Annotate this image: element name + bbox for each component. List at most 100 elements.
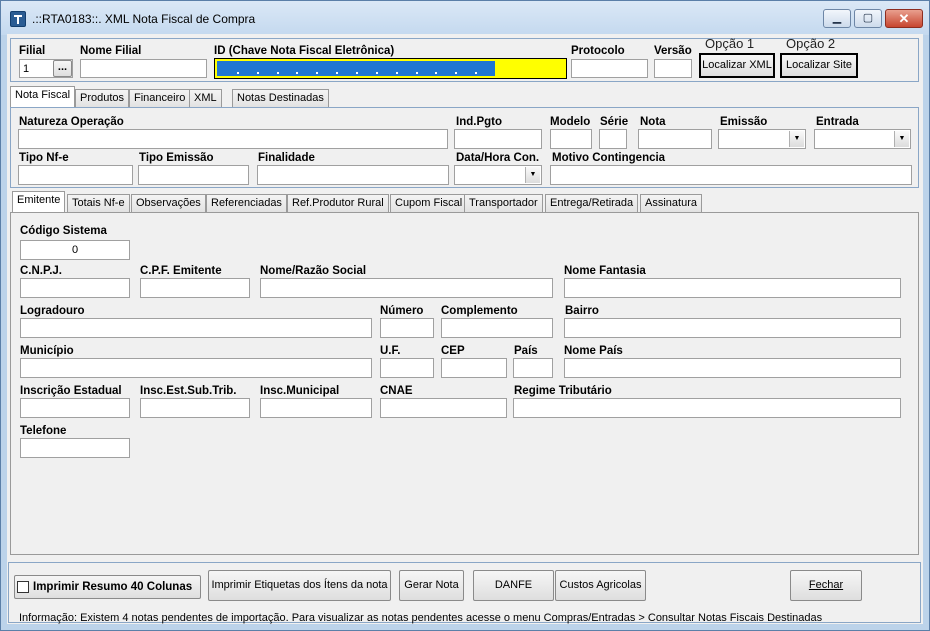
motivo-contingencia-field[interactable]	[550, 165, 912, 185]
data-hora-con-field[interactable]: ▼	[454, 165, 542, 185]
telefone-field[interactable]	[20, 438, 130, 458]
progress-dot	[336, 72, 338, 74]
filial-lookup-button[interactable]: ...	[53, 60, 72, 77]
cep-label: CEP	[441, 345, 465, 357]
progress-dot	[475, 72, 477, 74]
entrada-field[interactable]: ▼	[814, 129, 911, 149]
id-chave-label: ID (Chave Nota Fiscal Eletrônica)	[214, 45, 395, 57]
nome-filial-label: Nome Filial	[80, 45, 142, 57]
serie-field[interactable]	[599, 129, 627, 149]
tipo-nfe-label: Tipo Nf-e	[19, 152, 69, 164]
nome-filial-field[interactable]	[80, 59, 207, 78]
subtab-assinatura[interactable]: Assinatura	[640, 194, 702, 212]
cnae-field[interactable]	[380, 398, 507, 418]
natureza-operacao-field[interactable]	[18, 129, 448, 149]
localizar-xml-button[interactable]: Localizar XML	[699, 53, 775, 78]
imprimir-resumo-toggle[interactable]: Imprimir Resumo 40 Colunas	[14, 575, 201, 599]
insc-est-sub-trib-label: Insc.Est.Sub.Trib.	[140, 385, 237, 397]
municipio-field[interactable]	[20, 358, 372, 378]
nome-razao-social-field[interactable]	[260, 278, 553, 298]
codigo-sistema-field[interactable]: 0	[20, 240, 130, 260]
versao-field[interactable]	[654, 59, 692, 78]
codigo-sistema-value: 0	[71, 244, 79, 256]
app-logo-icon	[10, 11, 26, 27]
danfe-button[interactable]: DANFE	[473, 570, 554, 601]
subtab-emitente[interactable]: Emitente	[12, 191, 66, 212]
fechar-button[interactable]: Fechar	[790, 570, 862, 601]
motivo-contingencia-label: Motivo Contingencia	[552, 152, 666, 164]
tab-notas-destinadas[interactable]: Notas Destinadas	[232, 89, 329, 107]
nome-fantasia-field[interactable]	[564, 278, 901, 298]
finalidade-field[interactable]	[257, 165, 449, 185]
close-window-button[interactable]: ✕	[885, 9, 923, 28]
ind-pgto-field[interactable]	[454, 129, 542, 149]
protocolo-label: Protocolo	[571, 45, 625, 57]
subtab-ref-produtor-rural[interactable]: Ref.Produtor Rural	[287, 194, 389, 212]
insc-municipal-field[interactable]	[260, 398, 372, 418]
regime-tributario-field[interactable]	[513, 398, 901, 418]
tipo-nfe-field[interactable]	[18, 165, 133, 185]
imprimir-etiquetas-button[interactable]: Imprimir Etiquetas dos Ítens da nota	[208, 570, 391, 601]
nome-pais-field[interactable]	[564, 358, 901, 378]
localizar-site-button[interactable]: Localizar Site	[780, 53, 858, 78]
cep-field[interactable]	[441, 358, 507, 378]
logradouro-label: Logradouro	[20, 305, 85, 317]
numero-label: Número	[380, 305, 424, 317]
finalidade-label: Finalidade	[258, 152, 315, 164]
cpf-emitente-field[interactable]	[140, 278, 250, 298]
versao-label: Versão	[654, 45, 692, 57]
subtab-referenciadas[interactable]: Referenciadas	[206, 194, 287, 212]
nota-field[interactable]	[638, 129, 712, 149]
modelo-label: Modelo	[550, 116, 591, 128]
progress-dot	[376, 72, 378, 74]
regime-tributario-label: Regime Tributário	[514, 385, 612, 397]
title-bar[interactable]: .::RTA0183::. XML Nota Fiscal de Compra …	[1, 1, 929, 35]
subtab-cupom-fiscal[interactable]: Cupom Fiscal	[390, 194, 468, 212]
subtab-transportador[interactable]: Transportador	[464, 194, 543, 212]
subtab-totais-nfe[interactable]: Totais Nf-e	[67, 194, 130, 212]
telefone-label: Telefone	[20, 425, 67, 437]
nome-razao-social-label: Nome/Razão Social	[260, 265, 367, 277]
logradouro-field[interactable]	[20, 318, 372, 338]
numero-field[interactable]	[380, 318, 434, 338]
cnpj-field[interactable]	[20, 278, 130, 298]
minimize-button[interactable]: ▁	[823, 9, 851, 28]
close-icon: ✕	[898, 11, 910, 26]
minimize-icon: ▁	[832, 12, 842, 24]
inscricao-estadual-label: Inscrição Estadual	[20, 385, 122, 397]
subtab-entrega-retirada[interactable]: Entrega/Retirada	[545, 194, 639, 212]
imprimir-resumo-checkbox[interactable]	[17, 581, 29, 593]
modelo-field[interactable]	[550, 129, 592, 149]
subtab-observacoes[interactable]: Observações	[131, 194, 206, 212]
progress-dot	[455, 72, 457, 74]
uf-field[interactable]	[380, 358, 434, 378]
progress-dot	[435, 72, 437, 74]
pais-field[interactable]	[513, 358, 553, 378]
tab-xml[interactable]: XML	[189, 89, 222, 107]
inscricao-estadual-field[interactable]	[20, 398, 130, 418]
complemento-field[interactable]	[441, 318, 553, 338]
emissao-field[interactable]: ▼	[718, 129, 806, 149]
tab-financeiro[interactable]: Financeiro	[129, 89, 191, 107]
entrada-dropdown-icon[interactable]: ▼	[894, 131, 909, 147]
emissao-dropdown-icon[interactable]: ▼	[789, 131, 804, 147]
protocolo-field[interactable]	[571, 59, 648, 78]
progress-dot	[356, 72, 358, 74]
custos-agricolas-button[interactable]: Custos Agricolas	[555, 570, 646, 601]
data-hora-dropdown-icon[interactable]: ▼	[525, 167, 540, 183]
insc-municipal-label: Insc.Municipal	[260, 385, 340, 397]
bairro-field[interactable]	[564, 318, 901, 338]
id-chave-field[interactable]	[214, 58, 567, 79]
tipo-emissao-field[interactable]	[138, 165, 249, 185]
maximize-button[interactable]: ▢	[854, 9, 882, 28]
cpf-emitente-label: C.P.F. Emitente	[140, 265, 222, 277]
progress-dot	[257, 72, 259, 74]
tab-nota-fiscal[interactable]: Nota Fiscal	[10, 86, 76, 107]
insc-est-sub-trib-field[interactable]	[140, 398, 250, 418]
serie-label: Série	[600, 116, 629, 128]
nome-pais-label: Nome País	[564, 345, 623, 357]
tab-produtos[interactable]: Produtos	[75, 89, 130, 107]
maximize-icon: ▢	[862, 12, 874, 24]
gerar-nota-button[interactable]: Gerar Nota	[399, 570, 464, 601]
data-hora-con-label: Data/Hora Con.	[456, 152, 540, 164]
